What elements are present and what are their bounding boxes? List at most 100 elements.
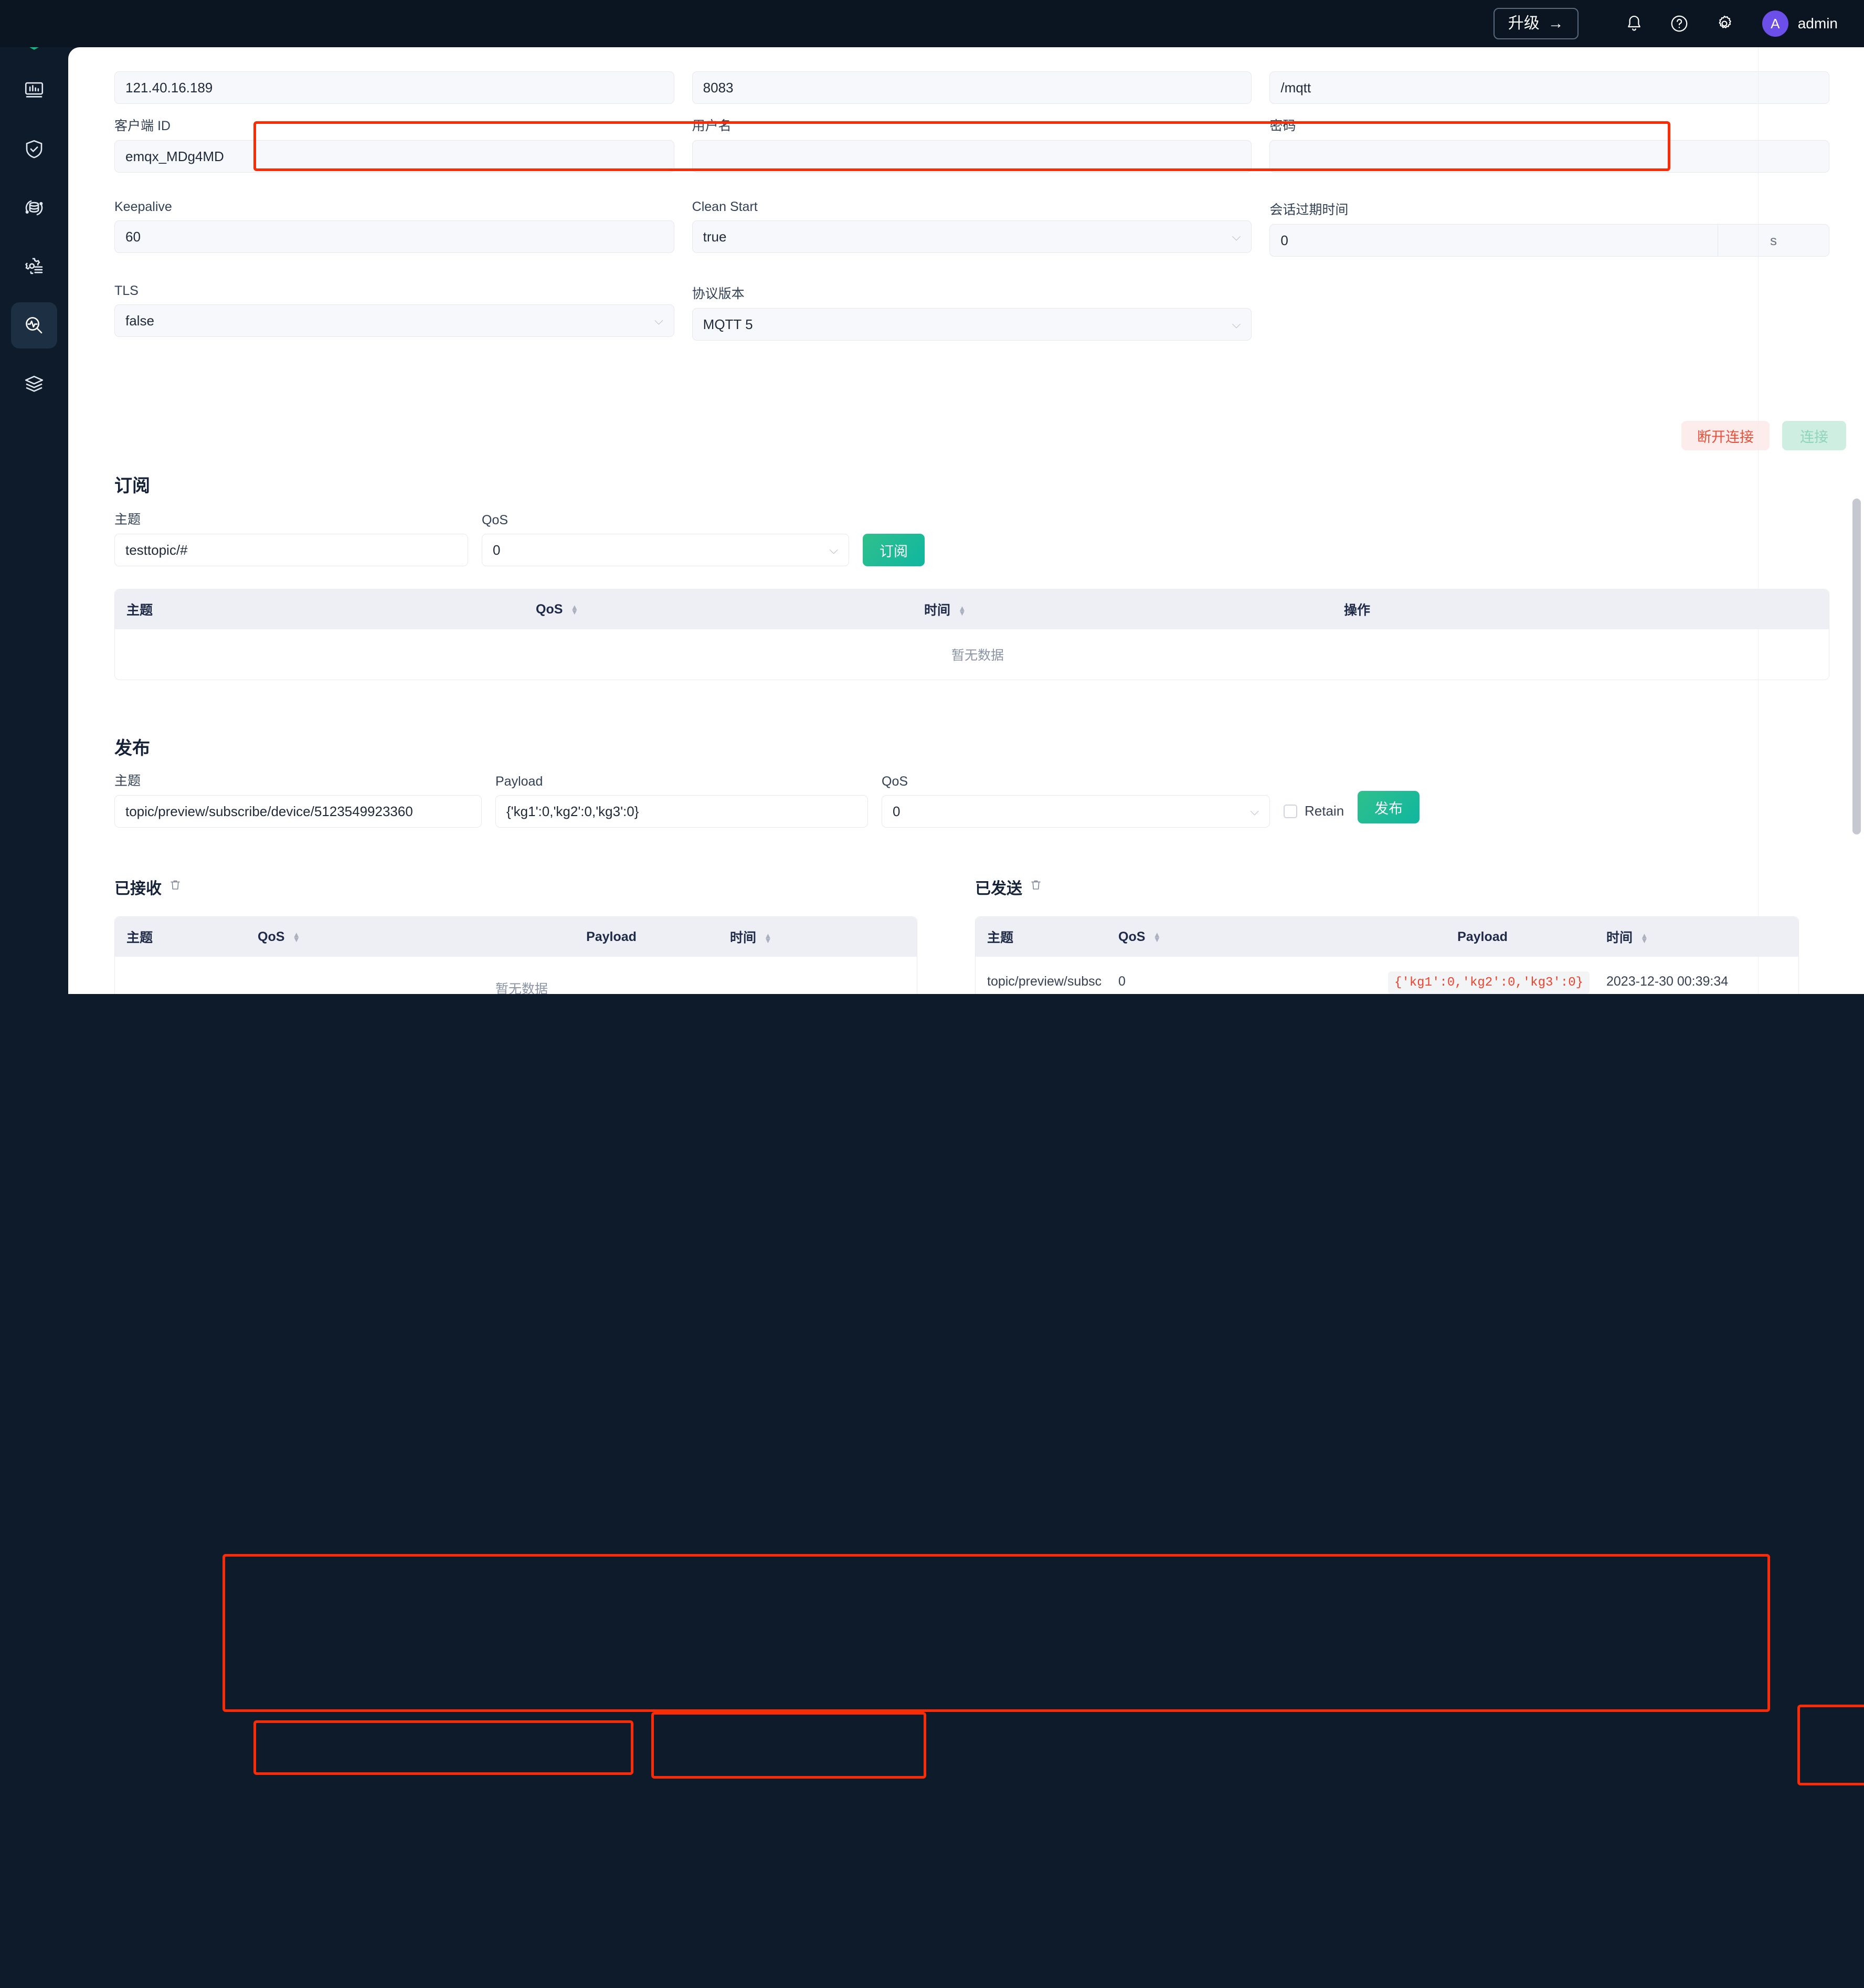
chevron-down-icon: ⌵: [829, 543, 838, 556]
col-qos[interactable]: QoS ▲ ▼: [246, 917, 493, 957]
received-table: 主题 QoS ▲ ▼ Payload 时间 ▲ ▼ 暂无数据: [114, 916, 917, 994]
publish-topic-input[interactable]: topic/preview/subscribe/device/512354992…: [114, 795, 482, 828]
disconnect-button[interactable]: 断开连接: [1681, 421, 1770, 450]
publish-topic-label: 主题: [114, 774, 141, 788]
password-field-wrap: 密码: [1269, 115, 1830, 173]
sidebar-item-extensions[interactable]: [11, 361, 57, 407]
publish-payload-wrap: Payload {'kg1':0,'kg2':0,'kg3':0}: [495, 774, 868, 828]
subscribe-button[interactable]: 订阅: [863, 534, 925, 566]
password-input[interactable]: [1269, 140, 1830, 173]
tls-field-wrap: TLS false ⌵: [114, 283, 692, 341]
retain-label: Retain: [1305, 803, 1344, 819]
col-time[interactable]: 时间 ▲ ▼: [913, 589, 1332, 629]
col-actions: 操作: [1332, 589, 1829, 629]
sidebar-item-dashboard[interactable]: [11, 67, 57, 113]
col-qos[interactable]: QoS ▲ ▼: [524, 589, 913, 629]
table-empty-row: 暂无数据: [115, 629, 1829, 680]
subscribe-qos-select[interactable]: 0 ⌵: [482, 534, 849, 566]
sort-icon[interactable]: ▲ ▼: [958, 605, 966, 617]
subscribe-topic-label: 主题: [114, 512, 141, 527]
chevron-down-icon: ⌵: [1232, 318, 1241, 331]
vertical-scrollbar[interactable]: [1852, 499, 1861, 834]
username-label: admin: [1797, 15, 1838, 31]
sidebar-item-security[interactable]: [11, 126, 57, 172]
publish-qos-select[interactable]: 0 ⌵: [882, 795, 1270, 828]
col-time-label: 时间: [924, 603, 951, 618]
sent-section-title: 已发送: [975, 875, 1042, 898]
sent-row-time: 2023-12-30 00:39:34: [1595, 957, 1798, 994]
sidebar-item-diagnose[interactable]: [11, 302, 57, 348]
connection-credentials-row: 客户端 ID emqx_MDg4MD 用户名 密码: [114, 115, 1830, 173]
publish-form: 主题 topic/preview/subscribe/device/512354…: [114, 770, 1829, 828]
col-payload: Payload: [1359, 917, 1595, 957]
client-id-field-wrap: 客户端 ID emqx_MDg4MD: [114, 115, 692, 173]
host-input[interactable]: 121.40.16.189: [114, 71, 674, 104]
settings-button[interactable]: [1708, 7, 1741, 40]
sort-icon[interactable]: ▲ ▼: [1153, 931, 1161, 944]
path-field-wrap: /mqtt: [1269, 71, 1830, 104]
keepalive-input[interactable]: 60: [114, 220, 674, 253]
upgrade-label: 升级: [1508, 15, 1540, 32]
col-time-label: 时间: [730, 930, 757, 945]
path-input[interactable]: /mqtt: [1269, 71, 1830, 104]
subscribe-qos-label: QoS: [482, 513, 509, 527]
username-field-wrap: 用户名: [692, 115, 1270, 173]
connection-address-row: 121.40.16.189 8083 /mqtt: [114, 71, 1830, 104]
layers-stack-icon: [25, 375, 44, 392]
clean-start-field-wrap: Clean Start true ⌵: [692, 199, 1270, 257]
subscribe-section-title: 订阅: [114, 476, 150, 496]
sidebar-item-rules[interactable]: [11, 244, 57, 290]
connection-session-row: Keepalive 60 Clean Start true ⌵ 会话过期时间 0…: [114, 199, 1830, 257]
col-topic: 主题: [115, 917, 246, 957]
sort-icon[interactable]: ▲ ▼: [764, 932, 772, 945]
chevron-down-icon: ⌵: [654, 314, 663, 327]
publish-button[interactable]: 发布: [1358, 791, 1420, 823]
shield-check-icon: [26, 140, 43, 158]
col-payload: Payload: [493, 917, 718, 957]
col-time[interactable]: 时间 ▲ ▼: [718, 917, 917, 957]
sent-row-qos: 0: [1107, 957, 1359, 994]
publish-qos-wrap: QoS 0 ⌵: [882, 774, 1270, 828]
publish-payload-input[interactable]: {'kg1':0,'kg2':0,'kg3':0}: [495, 795, 868, 828]
publish-topic-wrap: 主题 topic/preview/subscribe/device/512354…: [114, 770, 482, 828]
sort-icon[interactable]: ▲ ▼: [1640, 932, 1648, 945]
port-input[interactable]: 8083: [692, 71, 1252, 104]
session-expiry-input[interactable]: 0 s: [1269, 224, 1830, 257]
tls-select[interactable]: false ⌵: [114, 304, 674, 337]
col-time-label: 时间: [1606, 930, 1633, 945]
sort-icon[interactable]: ▲ ▼: [570, 604, 578, 616]
username-label: 用户名: [692, 119, 732, 133]
subscribe-topic-input[interactable]: testtopic/#: [114, 534, 468, 566]
table-header-row: 主题 QoS ▲ ▼ Payload 时间 ▲ ▼: [976, 917, 1798, 957]
connect-button[interactable]: 连接: [1782, 421, 1846, 450]
sent-row-topic: topic/preview/subsc: [976, 957, 1107, 994]
client-id-input[interactable]: emqx_MDg4MD: [114, 140, 674, 173]
col-time[interactable]: 时间 ▲ ▼: [1595, 917, 1798, 957]
upgrade-button[interactable]: 升级 →: [1493, 8, 1579, 39]
subscribe-topic-wrap: 主题 testtopic/#: [114, 509, 468, 566]
trash-icon[interactable]: [1030, 878, 1042, 896]
username-input[interactable]: [692, 140, 1252, 173]
session-expiry-label: 会话过期时间: [1269, 203, 1349, 217]
database-sync-icon: [25, 200, 43, 216]
tls-value: false: [125, 312, 154, 329]
trash-icon[interactable]: [169, 878, 182, 896]
notifications-button[interactable]: [1617, 7, 1651, 40]
sidebar-item-data-integration[interactable]: [11, 185, 57, 231]
retain-checkbox-wrap[interactable]: Retain: [1284, 803, 1344, 828]
avatar[interactable]: A: [1762, 10, 1788, 37]
clean-start-select[interactable]: true ⌵: [692, 220, 1252, 253]
subscribe-qos-wrap: QoS 0 ⌵: [482, 513, 849, 566]
protocol-version-select[interactable]: MQTT 5 ⌵: [692, 308, 1252, 341]
sort-icon[interactable]: ▲ ▼: [292, 931, 300, 944]
help-button[interactable]: [1662, 7, 1696, 40]
table-header-row: 主题 QoS ▲ ▼ Payload 时间 ▲ ▼: [115, 917, 917, 957]
protocol-version-value: MQTT 5: [703, 316, 753, 332]
table-empty-row: 暂无数据: [115, 957, 917, 994]
subscribe-table: 主题 QoS ▲ ▼ 时间 ▲ ▼ 操作 暂无数据: [114, 589, 1829, 680]
col-qos[interactable]: QoS ▲ ▼: [1107, 917, 1359, 957]
password-label: 密码: [1269, 119, 1296, 133]
retain-checkbox[interactable]: [1284, 804, 1297, 818]
col-topic: 主题: [976, 917, 1107, 957]
sent-row-payload: {'kg1':0,'kg2':0,'kg3':0}: [1388, 971, 1590, 994]
